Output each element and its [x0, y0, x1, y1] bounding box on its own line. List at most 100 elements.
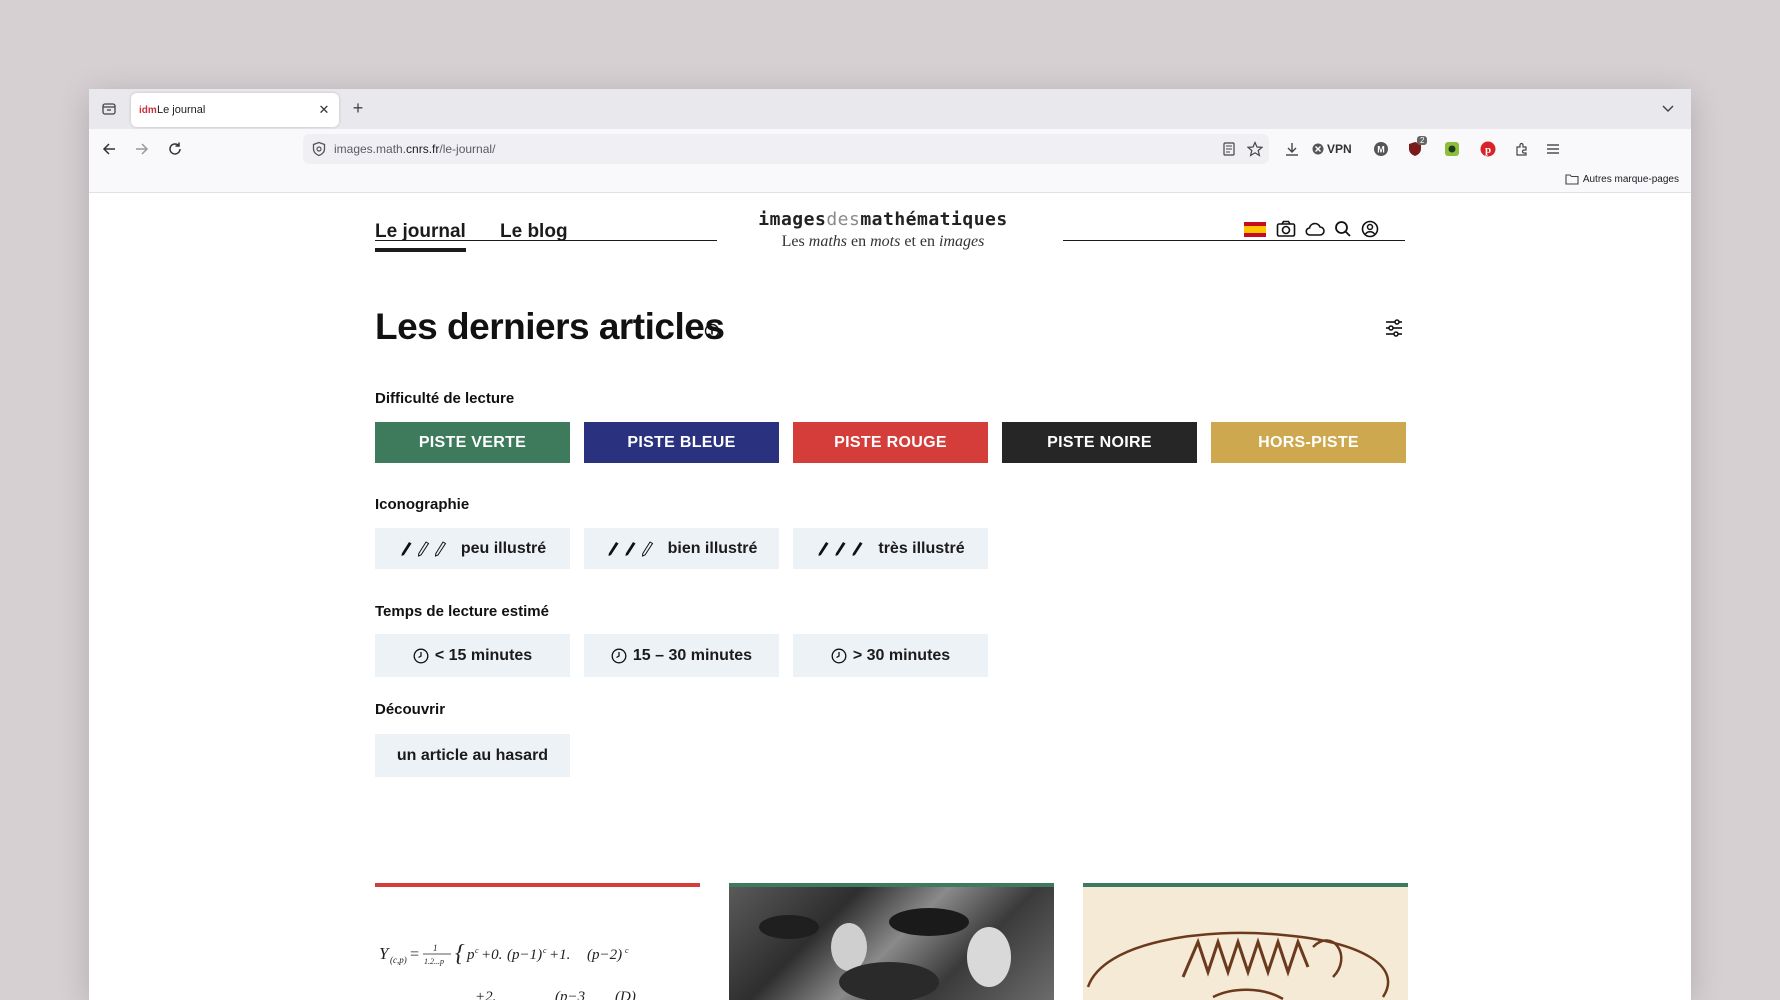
- piste-noire-button[interactable]: PISTE NOIRE: [1002, 422, 1197, 463]
- article-thumbnail-photo: [729, 887, 1054, 1000]
- hamburger-menu-icon[interactable]: [1544, 140, 1562, 158]
- logo-des: des: [826, 209, 861, 230]
- ublock-extension-icon[interactable]: 2: [1407, 136, 1428, 158]
- page-title: Les derniers articles: [375, 306, 725, 347]
- time-label: 15 – 30 minutes: [632, 646, 753, 664]
- brush-filled-icon: [401, 541, 412, 556]
- brush-filled-icon: [625, 541, 636, 556]
- iconography-label: Iconographie: [375, 496, 470, 513]
- svg-text:+1.: +1.: [549, 947, 570, 963]
- peu-illustre-label: peu illustré: [460, 539, 547, 557]
- address-bar[interactable]: images.math.cnrs.fr/le-journal/: [303, 134, 1269, 164]
- other-bookmarks-label: Autres marque-pages: [1582, 173, 1679, 185]
- hors-piste-button[interactable]: HORS-PISTE: [1211, 422, 1406, 463]
- svg-text:c: c: [475, 946, 479, 955]
- brush-rating: [399, 540, 447, 557]
- other-bookmarks-folder[interactable]: Autres marque-pages: [1565, 173, 1679, 185]
- brush-outline-icon: [417, 540, 430, 557]
- tab-overview-icon[interactable]: [99, 99, 119, 119]
- logo-maths: mathématiques: [860, 209, 1008, 230]
- brush-filled-icon: [852, 541, 863, 556]
- piste-rouge-button[interactable]: PISTE ROUGE: [793, 422, 988, 463]
- brush-rating: [816, 541, 864, 557]
- search-icon[interactable]: [1332, 218, 1354, 240]
- svg-text:(p−2): (p−2): [587, 947, 622, 963]
- svg-text:Y: Y: [379, 944, 390, 963]
- downloads-icon[interactable]: [1283, 140, 1301, 158]
- filter-settings-icon[interactable]: [1383, 317, 1405, 339]
- bien-illustre-label: bien illustré: [667, 539, 758, 557]
- tracking-protection-shield-icon[interactable]: [311, 141, 327, 157]
- brush-filled-icon: [818, 541, 829, 556]
- svg-text:=: =: [409, 946, 420, 963]
- vpn-off-icon: [1312, 143, 1324, 155]
- article-card[interactable]: Y (c,p) = 1 1.2...p { p c +0. (p−1) c +1…: [375, 883, 700, 1000]
- back-arrow-icon[interactable]: [99, 139, 119, 159]
- svg-text:1: 1: [433, 943, 438, 953]
- camera-icon[interactable]: [1275, 218, 1297, 240]
- new-tab-button[interactable]: +: [347, 98, 369, 120]
- svg-text:+2.: +2.: [475, 989, 496, 1000]
- vpn-button[interactable]: VPN: [1312, 140, 1360, 158]
- clock-icon: [611, 648, 627, 663]
- user-account-icon[interactable]: [1359, 218, 1381, 240]
- article-thumbnail-formula: Y (c,p) = 1 1.2...p { p c +0. (p−1) c +1…: [375, 887, 700, 1000]
- difficulty-label: Difficulté de lecture: [375, 390, 515, 407]
- tagline-part: en: [847, 233, 871, 250]
- cloud-icon[interactable]: [1304, 218, 1326, 240]
- svg-text:(p−1): (p−1): [507, 947, 542, 963]
- extension-green-icon[interactable]: [1443, 140, 1461, 158]
- folder-icon: [1565, 174, 1579, 185]
- url-text[interactable]: images.math.cnrs.fr/le-journal/: [334, 142, 495, 156]
- piste-verte-button[interactable]: PISTE VERTE: [375, 422, 570, 463]
- spanish-flag-icon[interactable]: [1244, 218, 1266, 240]
- tagline-part: Les: [781, 233, 809, 250]
- tagline-part: images: [939, 233, 985, 250]
- svg-text:(c,p): (c,p): [390, 955, 407, 965]
- article-card[interactable]: [1083, 883, 1408, 1000]
- chevron-down-icon[interactable]: [1659, 99, 1677, 117]
- site-nav-right: [1063, 211, 1405, 241]
- navigation-toolbar: images.math.cnrs.fr/le-journal/ VPN M 2 …: [89, 129, 1691, 169]
- clock-icon: [831, 648, 847, 663]
- tagline-part: maths: [808, 233, 847, 250]
- bookmark-star-icon[interactable]: [1246, 141, 1264, 157]
- page-content: Le journal Le blog imagesdesmathématique…: [89, 193, 1691, 1000]
- nav-le-journal[interactable]: Le journal: [375, 221, 466, 252]
- bien-illustre-button[interactable]: bien illustré: [584, 528, 779, 569]
- extensions-puzzle-icon[interactable]: [1513, 140, 1531, 158]
- nav-le-blog[interactable]: Le blog: [500, 221, 568, 243]
- svg-text:{: {: [455, 941, 465, 967]
- reading-time-label: Temps de lecture estimé: [375, 603, 549, 620]
- logo-wordmark: imagesdesmathématiques: [753, 209, 1013, 230]
- time-label: < 15 minutes: [434, 646, 533, 664]
- forward-arrow-icon[interactable]: [132, 139, 152, 159]
- svg-text:p: p: [466, 947, 475, 963]
- time-under-15-button[interactable]: < 15 minutes: [375, 634, 570, 677]
- tab-le-journal[interactable]: idm Le journal ✕: [131, 93, 339, 127]
- article-thumbnail-signature: [1083, 887, 1408, 1000]
- site-logo[interactable]: imagesdesmathématiques Les maths en mots…: [753, 209, 1013, 251]
- reload-icon[interactable]: [165, 139, 185, 159]
- tres-illustre-button[interactable]: très illustré: [793, 528, 988, 569]
- reader-view-icon[interactable]: [1221, 141, 1237, 157]
- clock-icon: [413, 648, 429, 663]
- brush-filled-icon: [835, 541, 846, 556]
- tagline-part: et en: [900, 233, 939, 250]
- time-label: > 30 minutes: [852, 646, 951, 664]
- vpn-label: VPN: [1327, 142, 1352, 156]
- info-icon[interactable]: [704, 323, 720, 339]
- random-article-button[interactable]: un article au hasard: [375, 734, 570, 777]
- svg-text:c: c: [625, 946, 629, 955]
- piste-bleue-button[interactable]: PISTE BLEUE: [584, 422, 779, 463]
- svg-text:c: c: [543, 946, 547, 955]
- pinterest-extension-icon[interactable]: p: [1479, 140, 1497, 158]
- close-tab-icon[interactable]: ✕: [317, 102, 331, 118]
- svg-text:M: M: [1377, 145, 1385, 155]
- time-15-30-button[interactable]: 15 – 30 minutes: [584, 634, 779, 677]
- peu-illustre-button[interactable]: peu illustré: [375, 528, 570, 569]
- extension-m-icon[interactable]: M: [1372, 140, 1390, 158]
- article-card[interactable]: [729, 883, 1054, 1000]
- bookmarks-toolbar: Autres marque-pages: [89, 169, 1691, 193]
- time-over-30-button[interactable]: > 30 minutes: [793, 634, 988, 677]
